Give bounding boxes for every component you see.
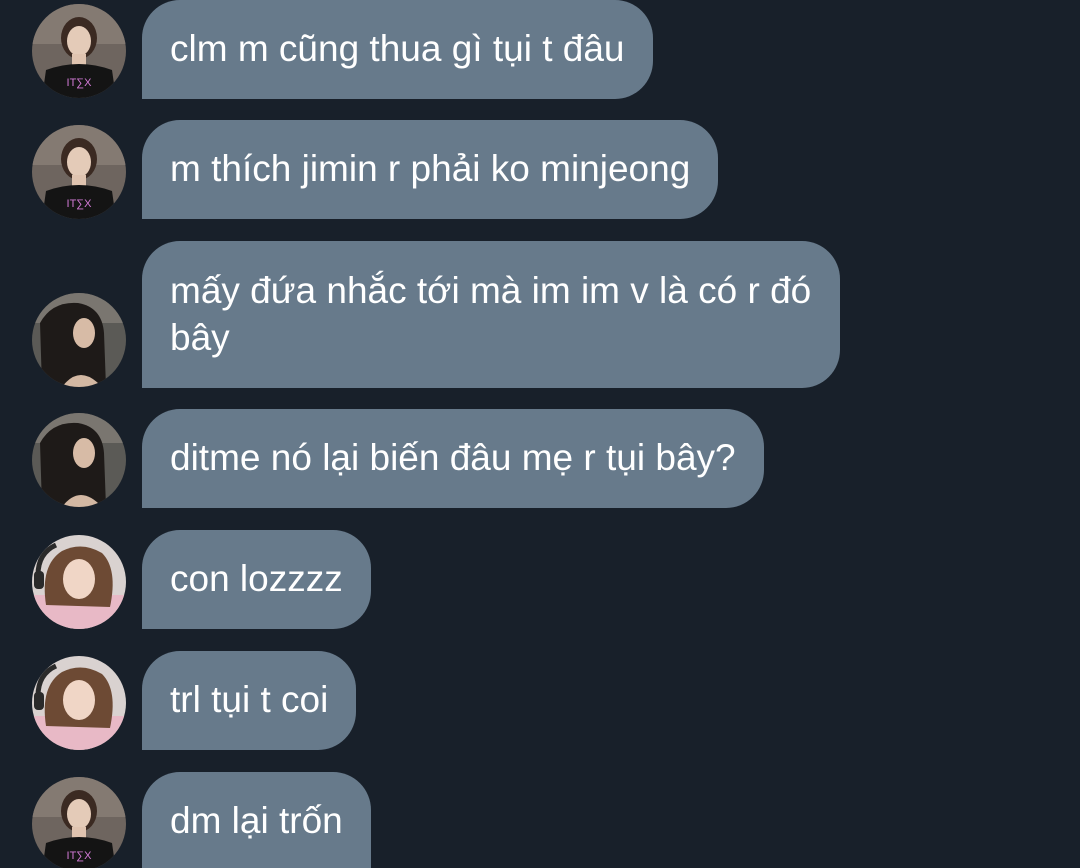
user-avatar[interactable] (32, 656, 126, 750)
svg-text:IT∑X: IT∑X (67, 198, 93, 210)
user-avatar[interactable] (32, 293, 126, 387)
message-bubble[interactable]: trl tụi t coi (142, 651, 357, 750)
message-bubble[interactable]: mấy đứa nhắc tới mà im im v là có r đó b… (142, 241, 840, 388)
message-bubble[interactable]: clm m cũng thua gì tụi t đâu (142, 0, 653, 99)
svg-text:IT∑X: IT∑X (67, 77, 93, 89)
user-avatar[interactable]: IT∑X (32, 125, 126, 219)
message-bubble[interactable]: ditme nó lại biến đâu mẹ r tụi bây? (142, 409, 764, 508)
message-bubble[interactable]: con lozzzz (142, 530, 371, 629)
chat-message-list[interactable]: IT∑X clm m cũng thua gì tụi t đâu IT∑X m… (0, 0, 1080, 868)
user-avatar[interactable]: IT∑X (32, 4, 126, 98)
user-avatar[interactable] (32, 535, 126, 629)
user-avatar[interactable]: IT∑X (32, 777, 126, 868)
message-bubble[interactable]: dm lại trốn (142, 772, 371, 868)
message-bubble[interactable]: m thích jimin r phải ko minjeong (142, 120, 719, 219)
user-avatar[interactable] (32, 413, 126, 507)
svg-text:IT∑X: IT∑X (67, 850, 93, 862)
